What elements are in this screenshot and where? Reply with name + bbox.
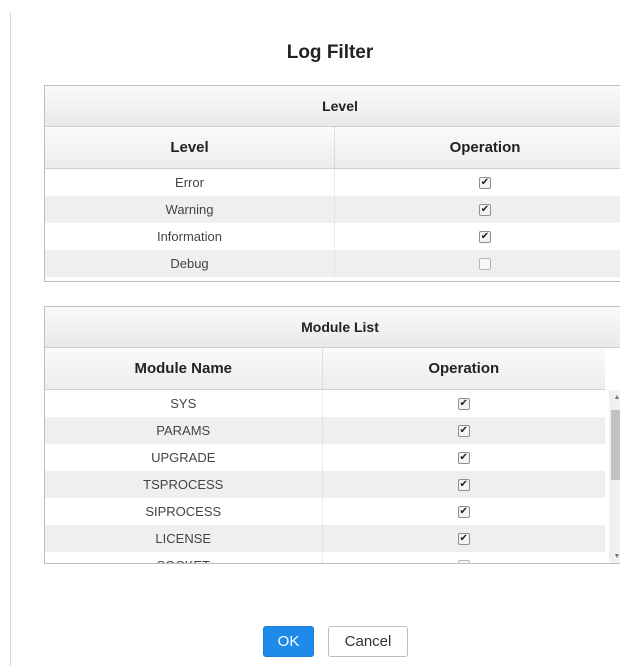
level-column-header[interactable]: Level [45, 127, 334, 168]
level-panel-caption: Level [45, 86, 620, 127]
level-name: Warning [165, 202, 214, 217]
socket-checkbox[interactable] [457, 559, 470, 563]
module-name: PARAMS [156, 423, 211, 438]
scrollbar-thumb[interactable] [611, 410, 620, 480]
level-name: Information [156, 229, 223, 244]
table-row: SIPROCESS [45, 498, 605, 525]
ok-button[interactable]: OK [263, 626, 314, 657]
table-row: Warning [45, 196, 620, 223]
table-row: LICENSE [45, 525, 605, 552]
table-row: UPGRADE [45, 444, 605, 471]
table-row: Debug [45, 250, 620, 277]
table-row: PARAMS [45, 417, 605, 444]
left-divider [10, 12, 11, 666]
module-name: SYS [170, 396, 197, 411]
debug-checkbox[interactable] [479, 257, 491, 270]
module-name-column-header[interactable]: Module Name [45, 348, 322, 389]
level-table-header: Level Operation [45, 127, 620, 169]
module-name: UPGRADE [151, 450, 216, 465]
module-name: SOCKET [45, 552, 322, 563]
module-list-panel: Module List Module Name Operation SYS PA… [44, 306, 620, 564]
table-row: Error [45, 169, 620, 196]
params-checkbox[interactable] [457, 424, 470, 437]
operation-column-header[interactable]: Operation [334, 127, 620, 168]
information-checkbox[interactable] [479, 230, 491, 243]
module-list-scroll-area[interactable]: SYS PARAMS UPGRADE TSPROCESS SIPROCESS L… [45, 390, 620, 563]
level-name: Debug [170, 256, 209, 271]
table-row: SYS [45, 390, 605, 417]
table-row: TSPROCESS [45, 471, 605, 498]
siprocess-checkbox[interactable] [457, 505, 470, 518]
level-table-body: Error Warning Information Debug [45, 169, 620, 277]
operation-column-header[interactable]: Operation [321, 348, 606, 389]
license-checkbox[interactable] [457, 532, 470, 545]
module-name: TSPROCESS [143, 477, 224, 492]
module-name: LICENSE [155, 531, 212, 546]
table-row: SOCKET [45, 552, 605, 563]
cancel-button[interactable]: Cancel [328, 626, 408, 657]
module-table-header: Module Name Operation [45, 348, 605, 390]
module-list-scrollbar[interactable]: ▲ ▼ [609, 390, 620, 563]
tsprocess-checkbox[interactable] [457, 478, 470, 491]
scroll-up-arrow-icon[interactable]: ▲ [609, 390, 620, 404]
upgrade-checkbox[interactable] [457, 451, 470, 464]
warning-checkbox[interactable] [479, 203, 491, 216]
level-name: Error [175, 175, 204, 190]
dialog-title: Log Filter [286, 42, 374, 63]
table-row: Information [45, 223, 620, 250]
sys-checkbox[interactable] [457, 397, 470, 410]
level-panel: Level Level Operation Error Warning Info… [44, 85, 620, 282]
module-list-caption: Module List [45, 307, 620, 348]
scroll-down-arrow-icon[interactable]: ▼ [609, 549, 620, 563]
error-checkbox[interactable] [479, 176, 491, 189]
module-name: SIPROCESS [145, 504, 222, 519]
